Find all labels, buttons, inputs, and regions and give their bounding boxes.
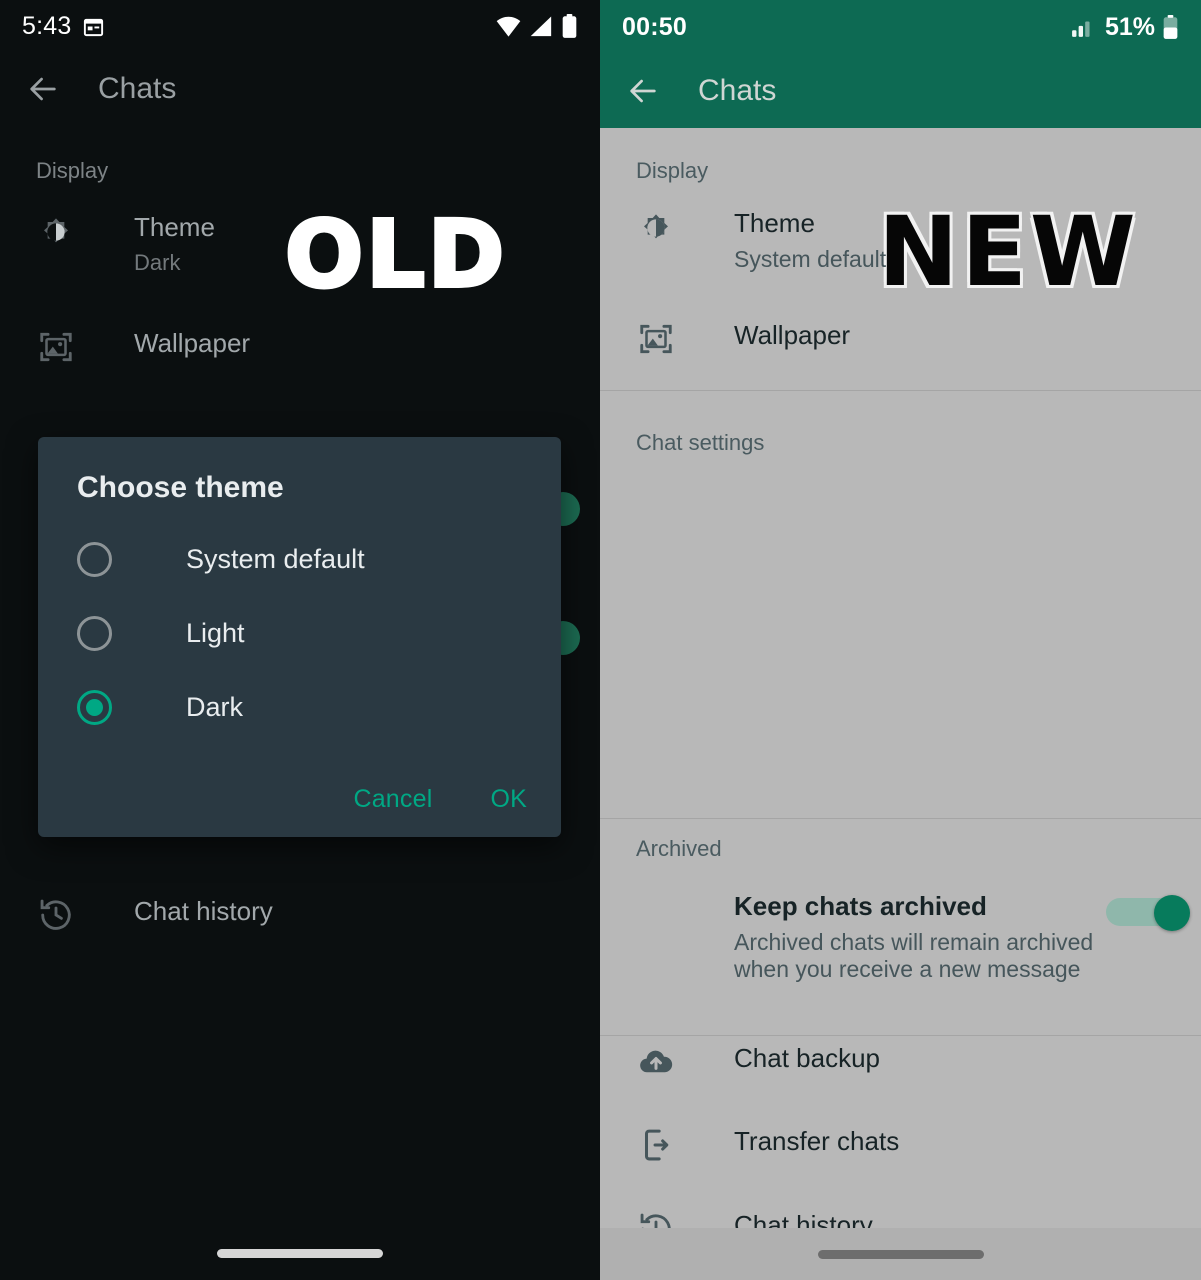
theme-option-dark-old[interactable]: Dark xyxy=(77,690,243,725)
setting-row-theme-text-old: Theme Dark xyxy=(134,212,215,276)
comparison-stage: 5:43 Chats Display OLD Theme Dark Wallpa… xyxy=(0,0,1201,1280)
setting-title: Wallpaper xyxy=(134,328,251,358)
back-arrow-icon[interactable] xyxy=(626,74,660,108)
theme-option-system-default-old[interactable]: System default xyxy=(77,542,365,577)
setting-row-chat-backup-text: Chat backup xyxy=(734,1043,880,1075)
signal-icon xyxy=(530,16,552,36)
setting-row-wallpaper-old[interactable]: Wallpaper xyxy=(34,328,250,366)
choose-theme-dialog-old: Choose theme System default Light Dark C… xyxy=(38,437,561,837)
home-gesture-pill[interactable] xyxy=(217,1248,383,1258)
option-label: System default xyxy=(186,544,365,574)
setting-row-theme-text-new: Theme System default xyxy=(734,208,886,273)
setting-title: Chat backup xyxy=(734,1043,880,1073)
setting-row-transfer-chats-text: Transfer chats xyxy=(734,1126,899,1158)
brightness-icon xyxy=(34,212,78,252)
setting-row-theme-old[interactable]: Theme Dark xyxy=(34,212,215,276)
setting-row-chat-history-text-old: Chat history xyxy=(134,896,273,928)
app-bar-old: Chats xyxy=(0,52,600,126)
setting-row-chat-history-old[interactable]: Chat history xyxy=(34,896,273,934)
app-bar-new: Chats xyxy=(600,54,1201,128)
status-clock: 5:43 xyxy=(22,11,72,40)
setting-title: Theme xyxy=(734,208,815,238)
setting-subtitle: Archived chats will remain archived when… xyxy=(734,928,1094,982)
status-bar-new: 00:50 51% xyxy=(600,0,1201,54)
radio-icon[interactable] xyxy=(77,542,112,577)
cancel-button[interactable]: Cancel xyxy=(353,785,432,814)
brightness-icon xyxy=(634,208,678,248)
setting-row-wallpaper-text-old: Wallpaper xyxy=(134,328,250,360)
settings-body-new: Display NEW Theme System default Wallpap… xyxy=(600,128,1201,1280)
setting-row-wallpaper-text-new: Wallpaper xyxy=(734,320,850,352)
setting-subtitle: Dark xyxy=(134,249,181,275)
theme-option-light-old[interactable]: Light xyxy=(77,616,245,651)
wallpaper-icon xyxy=(34,328,78,366)
status-clock: 00:50 xyxy=(622,12,687,41)
status-bar-old: 5:43 xyxy=(0,0,600,52)
new-badge: NEW xyxy=(878,196,1139,308)
page-title: Chats xyxy=(698,74,777,107)
option-label: Light xyxy=(186,618,245,648)
battery-percent-label: 51% xyxy=(1104,12,1155,41)
old-screenshot-panel: 5:43 Chats Display OLD Theme Dark Wallpa… xyxy=(0,0,600,1280)
setting-title: Theme xyxy=(134,212,215,242)
status-bar-left-old: 5:43 xyxy=(22,12,105,41)
keep-chats-archived-toggle[interactable] xyxy=(1106,895,1190,931)
status-bar-right-new: 51% xyxy=(1071,13,1179,42)
setting-row-transfer-chats[interactable]: Transfer chats xyxy=(634,1126,899,1164)
option-label: Dark xyxy=(186,692,244,722)
setting-row-theme-new[interactable]: Theme System default xyxy=(634,208,886,273)
dialog-title: Choose theme xyxy=(77,471,284,504)
toggle-knob xyxy=(1154,895,1190,931)
page-title: Chats xyxy=(98,72,177,105)
radio-icon[interactable] xyxy=(77,616,112,651)
calendar-icon xyxy=(84,18,104,36)
wallpaper-icon xyxy=(634,320,678,358)
section-divider xyxy=(600,818,1201,819)
setting-row-chat-backup[interactable]: Chat backup xyxy=(634,1043,880,1081)
dialog-actions-old: Cancel OK xyxy=(353,785,527,814)
wifi-icon xyxy=(496,16,521,37)
cloud-upload-icon xyxy=(634,1043,678,1081)
history-icon xyxy=(34,896,78,934)
section-divider xyxy=(600,390,1201,391)
setting-subtitle: System default xyxy=(734,245,887,272)
status-bar-left-new: 00:50 xyxy=(622,13,687,42)
ok-button[interactable]: OK xyxy=(490,785,527,814)
phone-transfer-icon xyxy=(634,1126,678,1164)
setting-row-wallpaper-new[interactable]: Wallpaper xyxy=(634,320,850,358)
section-label-display-new: Display xyxy=(636,158,709,183)
setting-row-keep-chats-archived[interactable]: Keep chats archived Archived chats will … xyxy=(634,891,1174,983)
radio-icon-selected[interactable] xyxy=(77,690,112,725)
setting-title: Keep chats archived xyxy=(734,891,987,921)
setting-title: Transfer chats xyxy=(734,1126,900,1156)
battery-icon xyxy=(1163,14,1178,39)
home-gesture-pill[interactable] xyxy=(817,1249,984,1259)
system-nav-bar-old xyxy=(0,1226,600,1280)
section-divider xyxy=(600,1035,1201,1036)
system-nav-bar-new xyxy=(600,1228,1201,1280)
setting-title: Wallpaper xyxy=(734,320,851,350)
back-arrow-icon[interactable] xyxy=(26,72,60,106)
signal-icon xyxy=(1072,21,1090,37)
keep-chats-archived-text: Keep chats archived Archived chats will … xyxy=(734,891,1124,983)
section-label-chat-settings-new: Chat settings xyxy=(636,430,765,455)
battery-icon xyxy=(562,13,577,38)
section-label-archived-new: Archived xyxy=(636,836,722,861)
section-label-display-old: Display xyxy=(36,158,109,183)
status-bar-right-old xyxy=(495,13,578,39)
old-badge: OLD xyxy=(283,199,508,310)
setting-title: Chat history xyxy=(134,896,273,926)
new-screenshot-panel: 00:50 51% Chats Display NEW Theme System… xyxy=(600,0,1201,1280)
